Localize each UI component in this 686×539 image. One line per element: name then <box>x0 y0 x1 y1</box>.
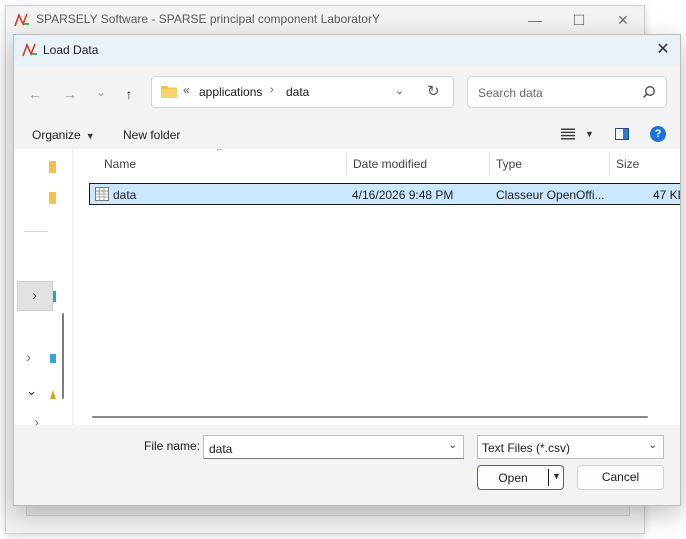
view-dropdown-icon[interactable]: ▼ <box>585 129 594 139</box>
column-type-label: Type <box>496 157 523 171</box>
file-row-data[interactable]: data 4/16/2026 9:48 PM Classeur OpenOffi… <box>89 183 680 205</box>
help-icon[interactable]: ? <box>650 126 666 142</box>
chevron-down-icon[interactable]: ⌄ <box>649 440 657 451</box>
chevron-right-icon[interactable]: › <box>26 349 31 366</box>
file-type: Classeur OpenOffi... <box>496 188 605 202</box>
content-area: ⌄ › › ⌄ › ^ Name Date modified Type Size <box>14 149 680 431</box>
file-name-label: File name: <box>144 439 201 453</box>
search-icon[interactable] <box>642 85 656 99</box>
chevron-right-icon[interactable]: › <box>32 287 37 304</box>
folder-icon[interactable] <box>46 161 56 173</box>
folder-icon <box>161 86 177 98</box>
nav-pane-scrollbar[interactable] <box>62 313 64 399</box>
close-window-button[interactable]: ✕ <box>612 10 634 30</box>
up-button[interactable]: ↑ <box>118 84 140 104</box>
column-header-size[interactable]: Size <box>610 149 680 179</box>
cancel-button[interactable]: Cancel <box>577 465 664 490</box>
dialog-footer: File name: ⌄ Text Files (*.csv) ⌄ Open ▼… <box>14 425 680 505</box>
refresh-icon[interactable]: ↻ <box>427 82 440 100</box>
app-logo-icon <box>14 12 29 27</box>
file-list[interactable]: ^ Name Date modified Type Size data 4/16… <box>74 149 680 425</box>
minimize-button[interactable]: — <box>524 10 546 30</box>
column-header-date-modified[interactable]: Date modified <box>347 149 489 179</box>
command-toolbar: Organize ▼ New folder ▼ ? <box>14 121 680 149</box>
spreadsheet-file-icon <box>95 187 109 201</box>
split-divider <box>548 469 549 486</box>
column-name-label: Name <box>104 157 137 171</box>
nav-pane-divider <box>24 231 48 232</box>
breadcrumb-overflow[interactable]: « <box>183 83 190 97</box>
dialog-title-bar: Load Data ✕ <box>14 35 680 65</box>
open-button[interactable]: Open ▼ <box>477 465 564 490</box>
column-size-label: Size <box>616 157 640 171</box>
column-header-name[interactable]: Name <box>98 149 346 179</box>
horizontal-scrollbar[interactable] <box>92 416 648 418</box>
back-button[interactable]: ← <box>24 84 46 104</box>
parent-window-title: SPARSELY Software - SPARSE principal com… <box>36 12 380 26</box>
navigation-pane[interactable]: ⌄ › › ⌄ › <box>14 149 72 431</box>
file-type-value: Text Files (*.csv) <box>482 441 571 455</box>
folder-icon[interactable] <box>46 192 56 204</box>
maximize-button[interactable]: ☐ <box>568 10 590 30</box>
recent-locations-button[interactable]: ⌄ <box>90 82 112 102</box>
dialog-close-button[interactable]: ✕ <box>652 40 674 60</box>
file-size: 47 KB <box>653 188 680 202</box>
chevron-down-icon: ▼ <box>85 131 95 141</box>
chevron-down-icon[interactable]: ⌄ <box>26 383 37 399</box>
network-icon[interactable] <box>47 353 56 364</box>
breadcrumb-separator-icon[interactable]: › <box>270 84 274 96</box>
app-logo-icon <box>22 42 37 57</box>
file-name-combobox[interactable]: ⌄ <box>203 435 464 459</box>
organize-label: Organize <box>32 128 81 142</box>
organize-button[interactable]: Organize ▼ <box>32 128 95 142</box>
file-date-modified: 4/16/2026 9:48 PM <box>352 188 454 202</box>
user-folder-icon[interactable] <box>47 388 56 399</box>
forward-button[interactable]: → <box>59 84 81 104</box>
column-header-type[interactable]: Type <box>490 149 609 179</box>
search-box[interactable] <box>467 76 667 108</box>
file-name-input[interactable] <box>207 439 441 458</box>
navigation-bar: ← → ⌄ ↑ « applications › data ⌄ ↻ <box>14 65 680 121</box>
breadcrumb-applications[interactable]: applications <box>199 85 262 99</box>
breadcrumb-data[interactable]: data <box>286 85 309 99</box>
open-options-icon[interactable]: ▼ <box>552 471 561 481</box>
address-dropdown-icon[interactable]: ⌄ <box>395 84 404 97</box>
preview-pane-icon[interactable] <box>615 128 629 140</box>
dialog-title: Load Data <box>43 43 99 57</box>
parent-title-bar: SPARSELY Software - SPARSE principal com… <box>6 6 644 34</box>
column-date-label: Date modified <box>353 157 428 171</box>
file-type-select[interactable]: Text Files (*.csv) ⌄ <box>477 435 664 459</box>
open-button-label: Open <box>498 471 528 485</box>
view-options-icon[interactable] <box>561 128 575 140</box>
new-folder-button[interactable]: New folder <box>123 128 180 142</box>
load-data-dialog: Load Data ✕ ← → ⌄ ↑ « applications › dat… <box>13 34 681 506</box>
search-input[interactable] <box>476 83 630 103</box>
file-name: data <box>113 188 137 202</box>
chevron-down-icon[interactable]: ⌄ <box>449 440 457 451</box>
nav-pane-selected-item[interactable]: › <box>17 281 53 311</box>
address-bar[interactable]: « applications › data ⌄ ↻ <box>151 76 454 108</box>
